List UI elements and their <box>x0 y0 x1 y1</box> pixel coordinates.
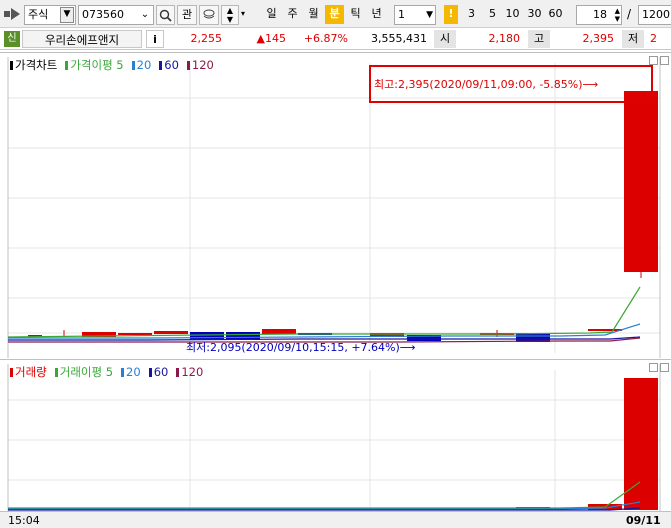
volume-bars <box>28 378 658 510</box>
stepper-dropdown-icon[interactable]: ▾ <box>241 9 245 18</box>
period-year-button[interactable]: 년 <box>367 5 386 24</box>
interval-30-button[interactable]: 30 <box>525 5 544 24</box>
low-value: 2 <box>650 32 657 45</box>
stock-code-value: 073560 <box>82 8 124 21</box>
credit-badge: 신 <box>4 31 20 47</box>
interval-1-button[interactable]: ! <box>444 5 458 24</box>
axis-start-label: 15:04 <box>8 514 40 527</box>
legend-ma120: 120 <box>186 58 218 72</box>
pane-close-icon[interactable] <box>660 363 669 372</box>
low-label: 저 <box>622 30 644 48</box>
high-label: 고 <box>528 30 550 48</box>
candle <box>262 329 296 334</box>
time-axis: 15:04 09/11 <box>0 511 671 528</box>
info-button[interactable]: i <box>146 30 164 48</box>
stack-icon <box>203 9 215 19</box>
volume-chart-pane[interactable]: 거래량 거래이평 5 20 60 120 <box>0 359 671 512</box>
candle <box>154 331 188 334</box>
legend-vol-ma20: 20 <box>121 365 145 379</box>
interval-10-button[interactable]: 10 <box>503 5 522 24</box>
stock-name[interactable]: 우리손에프앤지 <box>22 30 142 48</box>
interval-3-button[interactable]: 3 <box>462 5 481 24</box>
total-count-value: 1200 <box>642 8 670 21</box>
period-month-button[interactable]: 월 <box>304 5 323 24</box>
bar-count-input[interactable]: 18 ▲ ▼ <box>576 5 622 25</box>
count-stepper[interactable]: ▲ ▼ <box>615 7 620 23</box>
legend-volume: 거래량 <box>10 365 51 379</box>
pane-close-icon[interactable] <box>660 56 669 65</box>
legend-vol-ma120: 120 <box>176 365 207 379</box>
search-button[interactable] <box>156 5 175 25</box>
chevron-down-icon[interactable]: ⌄ <box>139 6 151 24</box>
ma5-line <box>7 286 641 338</box>
max-price-annotation: 최고:2,395(2020/09/11,09:00, -5.85%)⟶ <box>374 78 599 91</box>
volume-value: 3,555,431 <box>371 32 427 45</box>
price-chart-pane[interactable]: 가격차트 가격이평 5 20 60 120 최고:2,395(2020/09/11,09… <box>0 52 671 358</box>
legend-ma5: 가격이평 5 <box>65 58 127 72</box>
period-tick-button[interactable]: 틱 <box>346 5 365 24</box>
total-count-input[interactable]: 1200 <box>638 5 671 25</box>
period-day-button[interactable]: 일 <box>262 5 281 24</box>
current-price: 2,255 <box>190 32 223 45</box>
main-toolbar: 주식 ▼ 073560 ⌄ 관 ▲ ▼ ▾ 일 주 월 분 틱 년 1 ▼ ! 3… <box>0 0 671 28</box>
legend-vol-ma60: 60 <box>148 365 173 379</box>
period-week-button[interactable]: 주 <box>283 5 302 24</box>
vol-ma5-line <box>8 481 641 509</box>
interval-60-button[interactable]: 60 <box>546 5 565 24</box>
market-select[interactable]: 주식 ▼ <box>24 5 76 25</box>
candle <box>118 333 152 335</box>
volume-chart-canvas[interactable] <box>0 360 671 512</box>
price-change: ▲145 <box>256 32 286 45</box>
quote-strip: 신 우리손에프앤지 i 2,255 ▲145 +6.87% 3,555,431 … <box>0 28 671 50</box>
change-percent: +6.87% <box>303 32 348 45</box>
interval-select-value: 1 <box>398 8 405 21</box>
legend-price-chart: 가격차트 <box>10 58 61 72</box>
volume-legend: 거래량 거래이평 5 20 60 120 <box>10 364 211 380</box>
legend-ma20: 20 <box>131 58 156 72</box>
high-value: 2,395 <box>582 32 615 45</box>
search-icon <box>159 9 172 22</box>
open-value: 2,180 <box>488 32 521 45</box>
interval-5-button[interactable]: 5 <box>483 5 502 24</box>
price-legend: 가격차트 가격이평 5 20 60 120 <box>10 57 222 73</box>
related-button[interactable] <box>199 5 219 25</box>
pane-minimize-icon[interactable] <box>649 363 658 372</box>
period-minute-button[interactable]: 분 <box>325 5 344 24</box>
candle <box>624 91 658 272</box>
market-select-value: 주식 <box>28 8 49 21</box>
bar-count-value: 18 <box>593 8 607 21</box>
interval-select[interactable]: 1 ▼ <box>394 5 436 25</box>
legend-vol-ma5: 거래이평 5 <box>54 365 117 379</box>
link-arrow-icon[interactable] <box>4 8 22 20</box>
price-candles <box>28 91 658 342</box>
axis-end-label: 09/11 <box>626 514 661 527</box>
up-down-stepper[interactable]: ▲ ▼ <box>221 5 239 25</box>
watchlist-button[interactable]: 관 <box>177 5 197 25</box>
pane-minimize-icon[interactable] <box>649 56 658 65</box>
chevron-down-icon[interactable]: ▼ <box>60 7 74 23</box>
stock-code-input[interactable]: 073560 ⌄ <box>78 5 154 25</box>
price-chart-canvas[interactable] <box>0 53 671 358</box>
min-price-annotation: 최저:2,095(2020/09/10,15:15, +7.64%)⟶ <box>186 341 416 354</box>
legend-ma60: 60 <box>159 58 183 72</box>
chevron-down-icon[interactable]: ▼ <box>426 6 433 24</box>
open-label: 시 <box>434 30 456 48</box>
count-separator: / <box>627 7 632 21</box>
